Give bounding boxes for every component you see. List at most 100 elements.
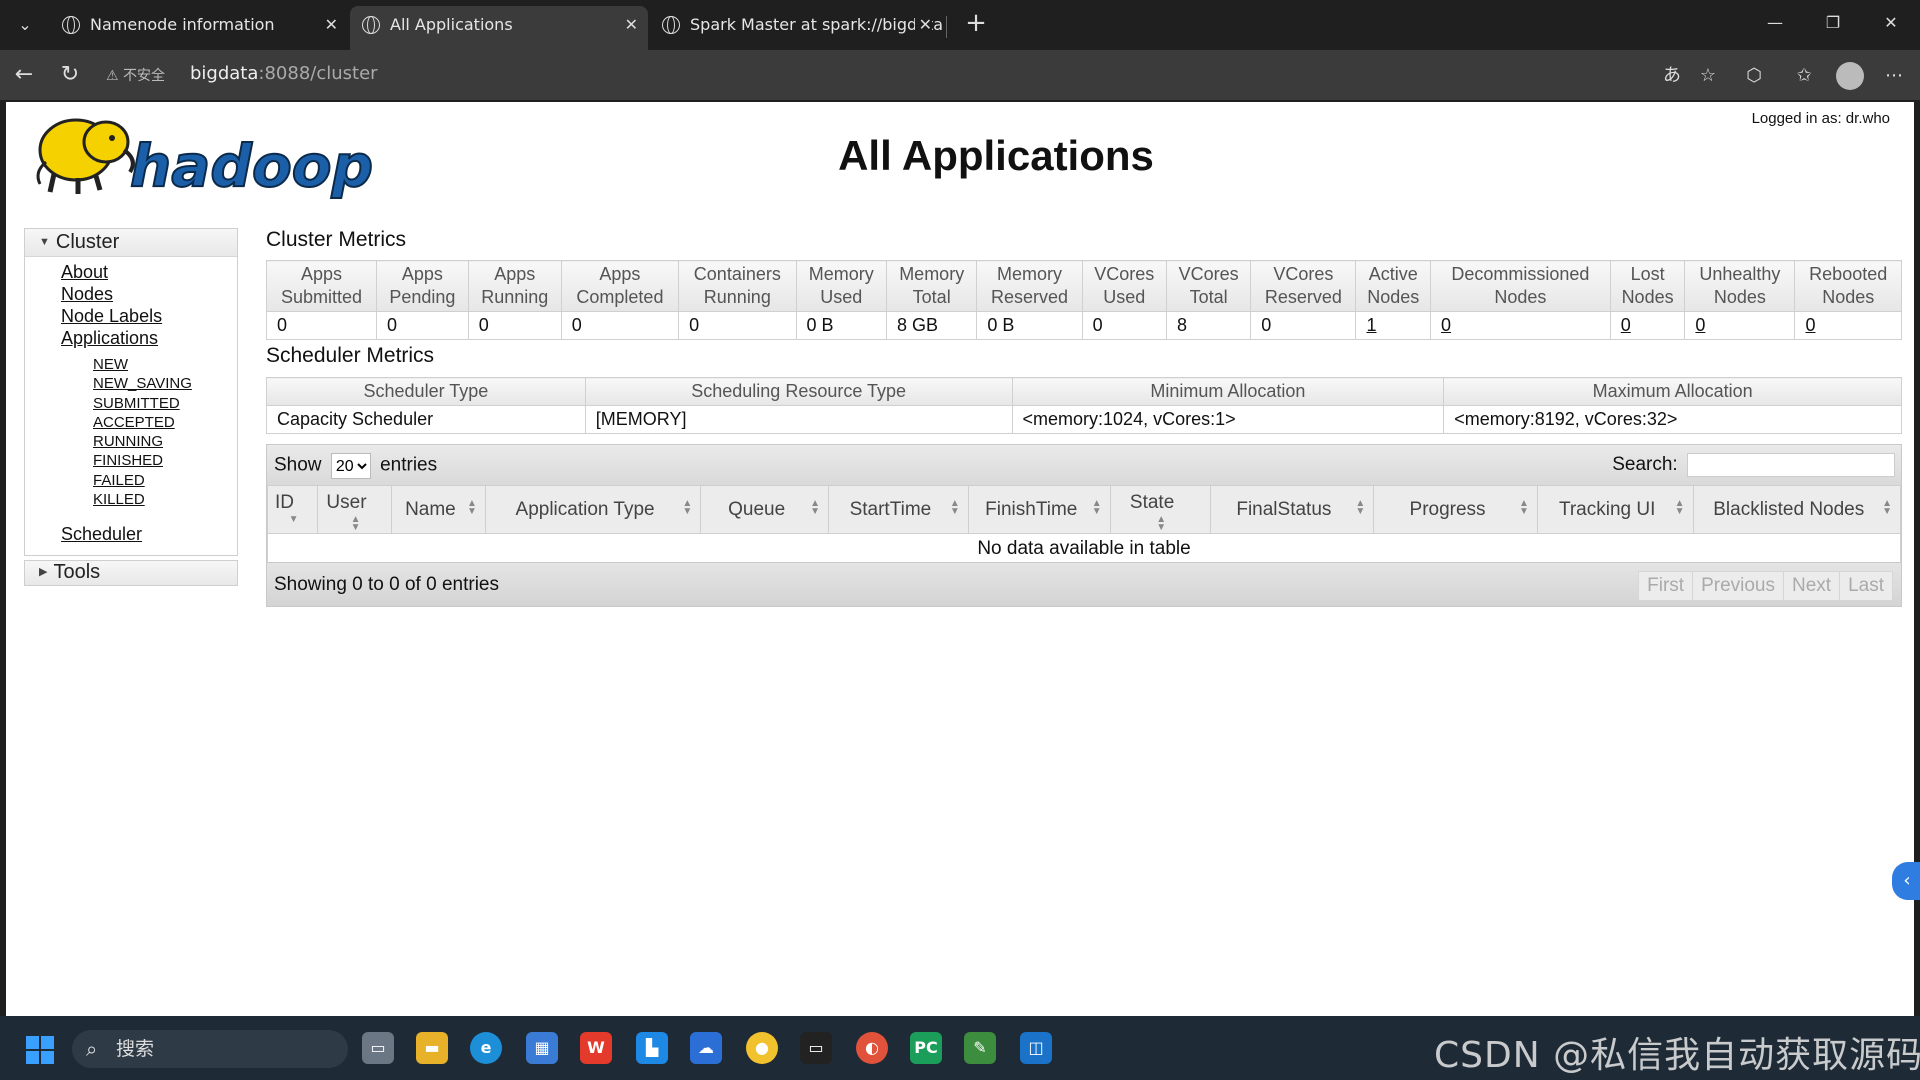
max-allocation-header: Maximum Allocation [1443, 377, 1902, 406]
cluster-metric-link[interactable]: 0 [1805, 315, 1815, 335]
column-header-queue[interactable]: Queue ▲ ▼ [700, 485, 829, 534]
remote-desktop-icon[interactable]: ◫ [1020, 1032, 1052, 1064]
notepad-icon[interactable]: ✎ [964, 1032, 996, 1064]
taskbar-search[interactable]: ⌕ 搜索 [72, 1030, 348, 1068]
tab-namenode[interactable]: Namenode information ✕ [50, 6, 348, 50]
sidebar-tools-header[interactable]: ▶ Tools [25, 561, 237, 585]
refresh-icon[interactable]: ↻ [54, 60, 86, 90]
windows-start-icon[interactable] [26, 1036, 54, 1064]
cluster-metric-header: Memory Reserved [976, 260, 1083, 312]
sidebar-state-accepted[interactable]: ACCEPTED [93, 413, 237, 432]
wps-icon[interactable]: W [580, 1032, 612, 1064]
sort-icon: ▲ ▼ [810, 498, 820, 517]
sidebar-cluster-header[interactable]: ▼ Cluster [25, 229, 237, 257]
expand-caret-icon: ▶ [39, 566, 48, 578]
cluster-metrics-title: Cluster Metrics [266, 228, 407, 251]
cluster-metric-header: VCores Total [1165, 260, 1252, 312]
more-menu-icon[interactable]: ⋯ [1880, 62, 1908, 90]
cluster-metric-value: 8 [1165, 311, 1252, 340]
app-icon-blue[interactable]: ▙ [636, 1032, 668, 1064]
sidebar-state-finished[interactable]: FINISHED [93, 451, 237, 470]
sort-icon: ▲ ▼ [1674, 498, 1685, 517]
sidebar-link-about[interactable]: About [61, 261, 237, 283]
pycharm-icon[interactable]: PC [910, 1032, 942, 1064]
app-icon-yellow[interactable]: ● [746, 1032, 778, 1064]
entries-per-page-select[interactable]: 20 [330, 453, 371, 479]
cluster-metric-value[interactable]: 0 [1794, 311, 1902, 340]
cluster-metric-value[interactable]: 0 [1684, 311, 1796, 340]
cluster-metric-link[interactable]: 0 [1441, 315, 1451, 335]
cluster-metric-header: Unhealthy Nodes [1684, 260, 1796, 312]
cluster-metric-link[interactable]: 0 [1695, 315, 1705, 335]
favorites-icon[interactable]: ✩ [1790, 62, 1818, 90]
pager-last-button[interactable]: Last [1839, 571, 1893, 601]
window-close-icon[interactable]: ✕ [1868, 8, 1914, 38]
close-tab-icon[interactable]: ✕ [625, 6, 638, 44]
pagination: First Previous Next Last [1638, 571, 1893, 601]
profile-avatar[interactable] [1836, 62, 1864, 90]
min-allocation-header: Minimum Allocation [1011, 377, 1445, 406]
sidebar-state-new-saving[interactable]: NEW_SAVING [93, 374, 237, 393]
terminal-icon[interactable]: ▭ [800, 1032, 832, 1064]
cluster-metric-value[interactable]: 1 [1355, 311, 1432, 340]
pager-previous-button[interactable]: Previous [1692, 571, 1784, 601]
close-tab-icon[interactable]: ✕ [914, 6, 932, 44]
cluster-metric-link[interactable]: 1 [1366, 315, 1376, 335]
extensions-icon[interactable]: ⬡ [1740, 62, 1768, 90]
sidebar-state-failed[interactable]: FAILED [93, 471, 237, 490]
table-search-input[interactable] [1687, 453, 1895, 477]
pager-next-button[interactable]: Next [1783, 571, 1841, 601]
tab-all-applications[interactable]: All Applications ✕ [350, 6, 648, 50]
edge-browser-icon[interactable]: e [470, 1032, 502, 1064]
tab-spark-master[interactable]: Spark Master at spark://bigdata:70 ✕ [650, 6, 942, 50]
close-tab-icon[interactable]: ✕ [325, 6, 338, 44]
cloud-app-icon[interactable]: ☁ [690, 1032, 722, 1064]
store-icon[interactable]: ▦ [526, 1032, 558, 1064]
url-field[interactable]: bigdata:8088/cluster [190, 63, 378, 84]
sidebar-link-nodes[interactable]: Nodes [61, 283, 237, 305]
column-header-starttime[interactable]: StartTime ▲ ▼ [828, 485, 969, 534]
translate-icon[interactable]: あ [1658, 62, 1686, 90]
sidebar-state-killed[interactable]: KILLED [93, 490, 237, 509]
applications-toolbar: Show 20 entries Search: [267, 445, 1901, 485]
column-header-name[interactable]: Name ▲ ▼ [390, 485, 486, 534]
sort-icon: ▲ ▼ [466, 498, 477, 517]
column-header-finalstatus[interactable]: FinalStatus ▲ ▼ [1209, 485, 1375, 534]
sidebar-app-states: NEW NEW_SAVING SUBMITTED ACCEPTED RUNNIN… [61, 355, 237, 509]
task-view-icon[interactable]: ▭ [362, 1032, 394, 1064]
globe-icon [662, 16, 680, 34]
sidebar-link-scheduler[interactable]: Scheduler [61, 523, 237, 545]
column-header-progress[interactable]: Progress ▲ ▼ [1373, 485, 1538, 534]
cluster-metric-header: Memory Total [885, 260, 978, 312]
restore-icon[interactable]: ❐ [1810, 8, 1856, 38]
scheduler-type-header: Scheduler Type [266, 377, 586, 406]
tab-actions-menu-icon[interactable]: ⌄ [10, 10, 40, 40]
app-icon-red[interactable]: ◐ [856, 1032, 888, 1064]
resource-type-header: Scheduling Resource Type [584, 377, 1013, 406]
security-indicator[interactable]: ⚠ 不安全 [106, 65, 165, 85]
cluster-metric-link[interactable]: 0 [1621, 315, 1631, 335]
favorite-star-icon[interactable]: ☆ [1694, 62, 1722, 90]
column-header-application-type[interactable]: Application Type ▲ ▼ [484, 485, 702, 534]
sidebar-state-submitted[interactable]: SUBMITTED [93, 394, 237, 413]
sidebar-state-new[interactable]: NEW [93, 355, 237, 374]
cluster-metric-value[interactable]: 0 [1609, 311, 1686, 340]
sidebar-state-running[interactable]: RUNNING [93, 432, 237, 451]
column-header-id[interactable]: ID ▼ [267, 485, 318, 534]
minimize-icon[interactable]: — [1752, 8, 1798, 38]
file-explorer-icon[interactable]: ▬ [416, 1032, 448, 1064]
sidebar-expand-icon[interactable]: ‹ [1892, 862, 1920, 900]
column-header-user[interactable]: User ▲ ▼ [316, 485, 392, 534]
pager-first-button[interactable]: First [1638, 571, 1694, 601]
cluster-metric-value[interactable]: 0 [1430, 311, 1611, 340]
column-header-finishtime[interactable]: FinishTime ▲ ▼ [967, 485, 1111, 534]
sidebar-link-node-labels[interactable]: Node Labels [61, 305, 237, 327]
column-header-blacklisted-nodes[interactable]: Blacklisted Nodes ▲ ▼ [1692, 485, 1901, 534]
new-tab-icon[interactable]: + [960, 8, 992, 40]
page-viewport: Logged in as: dr.who hadoop All Applicat… [6, 102, 1914, 1016]
column-header-state[interactable]: State ▲ ▼ [1109, 485, 1211, 534]
back-icon[interactable]: ← [8, 60, 40, 90]
sidebar-link-applications[interactable]: Applications [61, 327, 237, 349]
cluster-metric-value: 0 [678, 311, 797, 340]
column-header-tracking-ui[interactable]: Tracking UI ▲ ▼ [1536, 485, 1694, 534]
